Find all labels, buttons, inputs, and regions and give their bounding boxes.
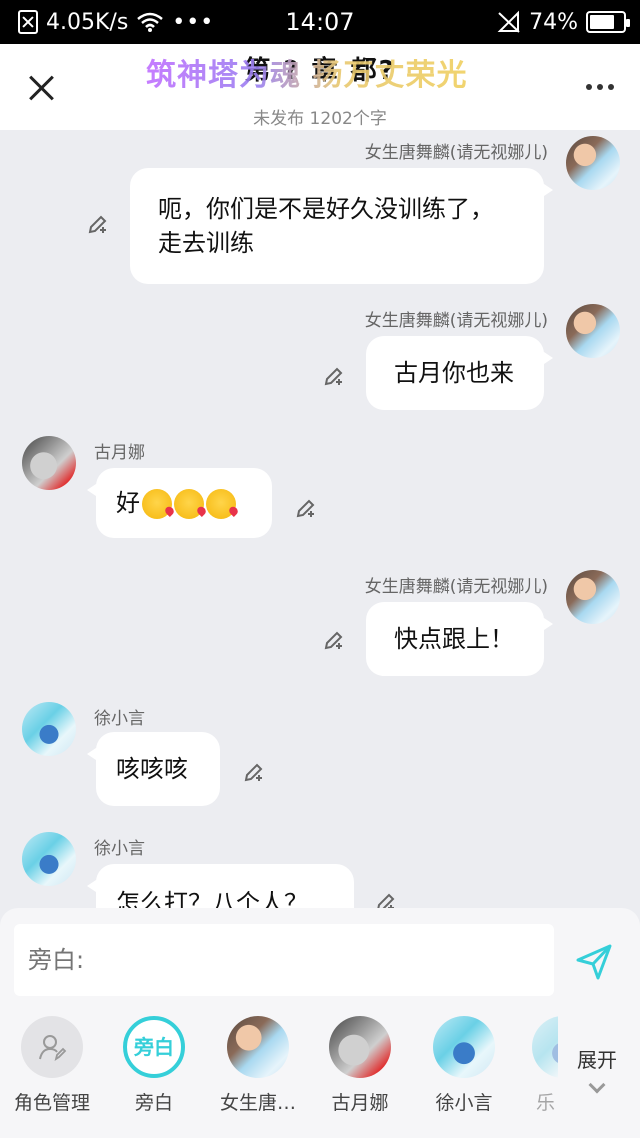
role-label: 古月娜 [331,1092,389,1114]
role-narrator[interactable]: 旁白 旁白 [104,1016,204,1115]
edit-pen-icon[interactable] [322,628,346,652]
sender-name: 徐小言 [94,709,145,729]
send-icon [576,944,612,980]
kiss-emoji-icon [174,489,204,519]
composer: 角色管理 旁白 旁白 女生唐… 古月娜 徐小言 乐 展开 [0,908,640,1138]
message-bubble[interactable]: 快点跟上！ [366,602,553,676]
edit-pen-icon[interactable] [374,890,398,910]
role-xu[interactable]: 徐小言 [414,1016,514,1115]
status-bar: 4.05K/s ••• 14:07 74% [0,0,640,44]
xu-avatar[interactable] [22,832,76,886]
message-text: 好 [116,489,140,517]
send-button[interactable] [574,942,614,982]
expand-label: 展开 [577,1048,617,1072]
tang-avatar[interactable] [566,570,620,624]
role-tang[interactable]: 女生唐… [208,1016,308,1115]
person-edit-icon [39,1035,67,1062]
message-bubble[interactable]: 咳咳咳 [87,732,220,806]
role-label: 乐 [536,1092,556,1114]
page-title: 第 ? 章 都? [244,56,396,86]
role-partial[interactable]: 乐 [518,1016,558,1115]
edit-pen-icon[interactable] [294,496,318,520]
sender-name: 女生唐舞麟(请无视娜儿) [364,143,548,163]
expand-button[interactable]: 展开 [562,1044,632,1094]
chevron-down-icon [588,1076,606,1094]
edit-pen-icon[interactable] [322,364,346,388]
role-avatar [532,1016,558,1078]
title-area: 第 ? 章 都? 未发布 1202个字 [120,50,520,129]
message-bubble[interactable]: 怎么打？八个人？ [87,864,354,910]
sender-name: 女生唐舞麟(请无视娜儿) [364,311,548,331]
kiss-emoji-icon [206,489,236,519]
gu-avatar[interactable] [22,436,76,490]
word-count-status: 未发布 1202个字 [253,109,387,129]
battery-icon [586,11,630,33]
xu-avatar [433,1016,495,1078]
sender-name: 徐小言 [94,839,145,859]
tang-avatar [227,1016,289,1078]
gu-avatar [329,1016,391,1078]
close-button[interactable] [28,74,56,102]
role-gu[interactable]: 古月娜 [310,1016,410,1115]
role-label: 徐小言 [435,1092,493,1114]
narration-input[interactable] [14,924,554,996]
role-label: 女生唐… [219,1092,296,1114]
more-options-button[interactable] [586,84,614,90]
role-label: 角色管理 [13,1092,90,1114]
message-bubble[interactable]: 呃，你们是不是好久没训练了，走去训练 [130,168,553,284]
edit-pen-icon[interactable] [86,212,110,236]
battery-percent: 74% [529,9,578,35]
xu-avatar[interactable] [22,702,76,756]
kiss-emoji-icon [142,489,172,519]
message-bubble[interactable]: 好 [87,468,272,538]
header: 第 ? 章 都? 未发布 1202个字 筑神塔为魂 扬万丈荣光 [0,44,640,130]
role-label: 旁白 [134,1092,173,1114]
tang-avatar[interactable] [566,136,620,190]
chat-list[interactable]: 女生唐舞麟(请无视娜儿) 呃，你们是不是好久没训练了，走去训练 女生唐舞麟(请无… [0,130,640,910]
role-manage-button[interactable]: 角色管理 [2,1016,102,1115]
sender-name: 女生唐舞麟(请无视娜儿) [364,577,548,597]
message-bubble[interactable]: 古月你也来 [366,336,553,410]
narrator-circle: 旁白 [123,1016,185,1078]
role-selector: 角色管理 旁白 旁白 女生唐… 古月娜 徐小言 乐 展开 [0,1016,640,1138]
edit-pen-icon[interactable] [242,760,266,784]
tang-avatar[interactable] [566,304,620,358]
sender-name: 古月娜 [94,443,145,463]
no-signal-icon [497,10,520,33]
